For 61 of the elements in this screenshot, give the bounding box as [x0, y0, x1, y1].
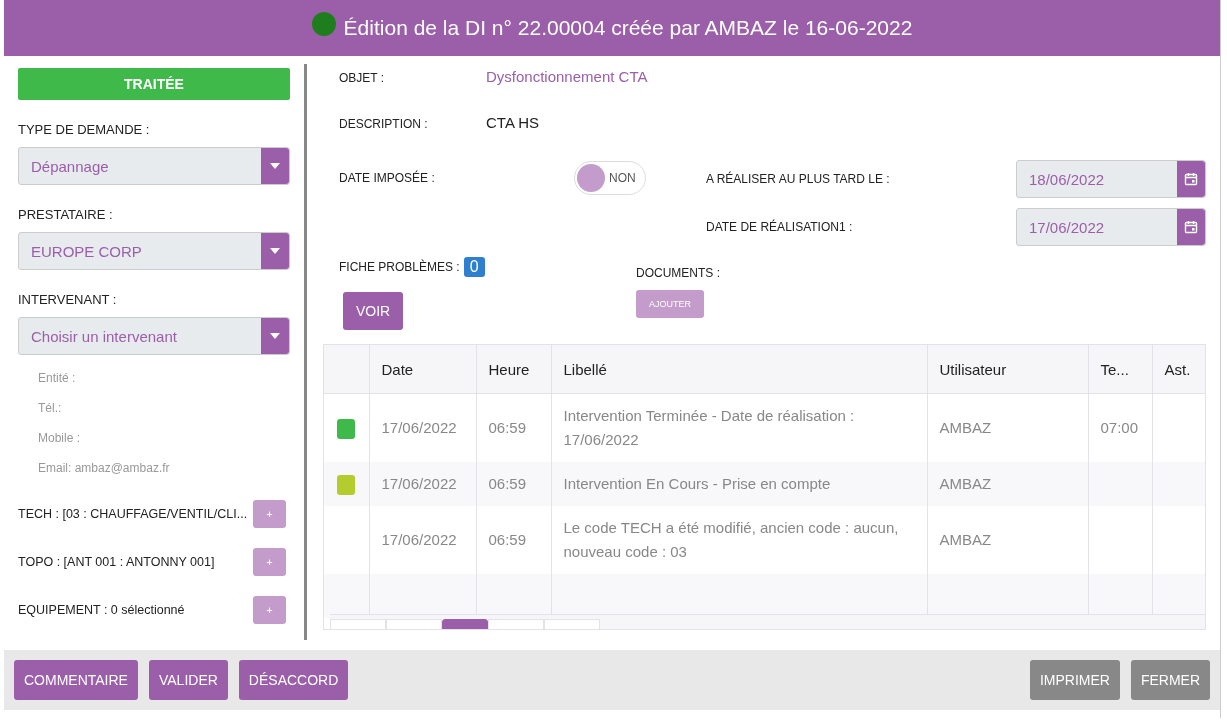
field-label: A RÉALISER AU PLUS TARD LE :	[706, 172, 890, 186]
status-banner: TRAITÉE	[18, 68, 290, 100]
table-cell: AMBAZ	[939, 475, 992, 492]
table-cell: 06:59	[488, 419, 527, 436]
column-header[interactable]: Utilisateur	[927, 345, 1088, 394]
field-label: TYPE DE DEMANDE :	[18, 122, 151, 137]
field-label: DATE IMPOSÉE :	[339, 171, 436, 185]
assignment-label: TECH : [03 : CHAUFFAGE/VENTIL/CLI...	[18, 507, 248, 521]
add-button[interactable]: +	[253, 548, 286, 576]
calendar-icon	[1177, 161, 1205, 197]
field-label: DATE DE RÉALISATION1 :	[706, 220, 853, 234]
table-cell: AMBAZ	[939, 531, 992, 548]
field-label: DESCRIPTION :	[339, 117, 429, 131]
caret-icon	[261, 233, 289, 269]
field-label: PRESTATAIRE :	[18, 207, 114, 222]
dropdown[interactable]: EUROPE CORP	[18, 232, 290, 270]
object-value: Dysfonctionnement CTA	[486, 68, 648, 85]
contact-info: Entité :	[38, 370, 77, 387]
action-button[interactable]: VALIDER	[148, 660, 228, 700]
count-badge: 0	[463, 257, 485, 277]
column-header[interactable]: Ast.	[1152, 345, 1205, 394]
table-cell: Le code TECH a été modifié, ancien code : aucun, nouveau code : 03	[563, 519, 899, 560]
field-label: FICHE PROBLÈMES :	[339, 260, 460, 274]
table-cell: 17/06/2022	[381, 475, 457, 492]
table-cell: 17/06/2022	[381, 419, 457, 436]
table-cell: 07:00	[1100, 419, 1139, 436]
contact-info: Tél.:	[38, 400, 63, 417]
column-header[interactable]: Te...	[1088, 345, 1152, 394]
column-header[interactable]: Date	[369, 345, 476, 394]
date-field[interactable]: 18/06/2022	[1016, 160, 1206, 198]
table-cell: 06:59	[488, 531, 527, 548]
dropdown[interactable]: Dépannage	[18, 147, 290, 185]
table-cell: Intervention En Cours - Prise en compte	[563, 475, 831, 492]
field-label: OBJET :	[339, 71, 386, 85]
action-button[interactable]: IMPRIMER	[1029, 660, 1120, 700]
add-button[interactable]: +	[253, 500, 286, 528]
action-button[interactable]: COMMENTAIRE	[14, 660, 138, 700]
assignment-label: EQUIPEMENT : 0 sélectionné	[18, 603, 185, 617]
field-label: DOCUMENTS :	[636, 266, 720, 280]
table-cell: Intervention Terminée - Date de réalisation : 17/06/2022	[563, 407, 855, 448]
table-cell: 06:59	[488, 475, 527, 492]
contact-info: Email: ambaz@ambaz.fr	[38, 460, 171, 477]
description-value: CTA HS	[486, 114, 540, 131]
view-button[interactable]: VOIR	[343, 292, 404, 330]
caret-icon	[261, 318, 289, 354]
add-document-button[interactable]: AJOUTER	[636, 290, 704, 318]
date-field[interactable]: 17/06/2022	[1016, 208, 1206, 246]
field-label: INTERVENANT :	[18, 292, 118, 307]
table-cell: 17/06/2022	[381, 531, 457, 548]
add-button[interactable]: +	[253, 596, 286, 624]
action-button[interactable]: DÉSACCORD	[238, 660, 349, 700]
dropdown[interactable]: Choisir un intervenant	[18, 317, 290, 355]
column-header[interactable]: Libellé	[551, 345, 927, 394]
column-header[interactable]: Heure	[476, 345, 551, 394]
caret-icon	[261, 148, 289, 184]
calendar-icon	[1177, 209, 1205, 245]
table-cell: AMBAZ	[939, 419, 992, 436]
assignment-label: TOPO : [ANT 001 : ANTONNY 001]	[18, 555, 215, 569]
action-button[interactable]: FERMER	[1130, 660, 1210, 700]
window-title: Édition de la DI n° 22.00004 créée par AMBAZ le 16-06-2022	[343, 16, 913, 40]
contact-info: Mobile :	[38, 430, 82, 447]
